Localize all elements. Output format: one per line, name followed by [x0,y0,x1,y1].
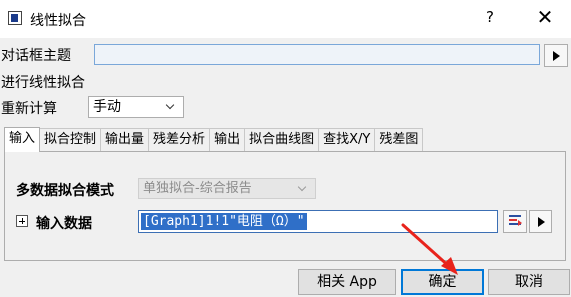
input-data-menu-button[interactable] [529,210,552,233]
tab-residual-plot[interactable]: 残差图 [374,128,424,152]
ok-button[interactable]: 确定 [401,269,484,295]
multi-data-mode-label: 多数据拟合模式 [16,183,114,199]
tab-fit-control[interactable]: 拟合控制 [39,128,102,152]
section-heading: 进行线性拟合 [1,75,85,91]
app-window-icon [8,11,22,25]
tab-output-quantities[interactable]: 输出量 [100,128,150,152]
arrow-right-icon [518,220,522,226]
chevron-down-icon [165,100,175,110]
input-data-value: [Graph1]1!1"电阻（Ω）" [141,213,307,230]
title-bar: 线性拟合 ? ✕ [0,0,571,38]
cancel-button[interactable]: 取消 [488,269,570,295]
tab-fitted-curve-plot[interactable]: 拟合曲线图 [244,128,320,152]
recalculate-select[interactable]: 手动 [88,96,184,118]
recalculate-value: 手动 [93,99,121,115]
multi-data-mode-value: 单独拟合-综合报告 [143,181,252,196]
expand-plus-icon[interactable] [16,215,28,227]
select-data-button[interactable] [503,210,527,233]
dialog-theme-input[interactable] [94,44,540,65]
multi-data-mode-select: 单独拟合-综合报告 [138,178,316,199]
tab-panel-input [4,151,566,261]
triangle-right-icon [538,217,545,227]
tab-output[interactable]: 输出 [209,128,246,152]
recalculate-label: 重新计算 [1,101,57,117]
tab-bar: 输入 拟合控制 输出量 残差分析 输出 拟合曲线图 查找X/Y 残差图 [4,127,424,152]
related-app-button[interactable]: 相关 App [298,269,396,295]
input-data-label: 输入数据 [36,216,92,232]
tab-input[interactable]: 输入 [4,127,41,152]
close-button[interactable]: ✕ [533,5,557,29]
triangle-right-icon [553,51,560,61]
tab-find-xy[interactable]: 查找X/Y [318,128,376,152]
help-button[interactable]: ? [480,8,500,26]
dialog-theme-label: 对话框主题 [1,48,71,64]
window-title: 线性拟合 [30,13,86,29]
theme-expand-button[interactable] [544,44,568,67]
chevron-down-icon [297,182,307,192]
tab-residual-analysis[interactable]: 残差分析 [148,128,211,152]
input-data-field[interactable]: [Graph1]1!1"电阻（Ω）" [138,210,498,233]
